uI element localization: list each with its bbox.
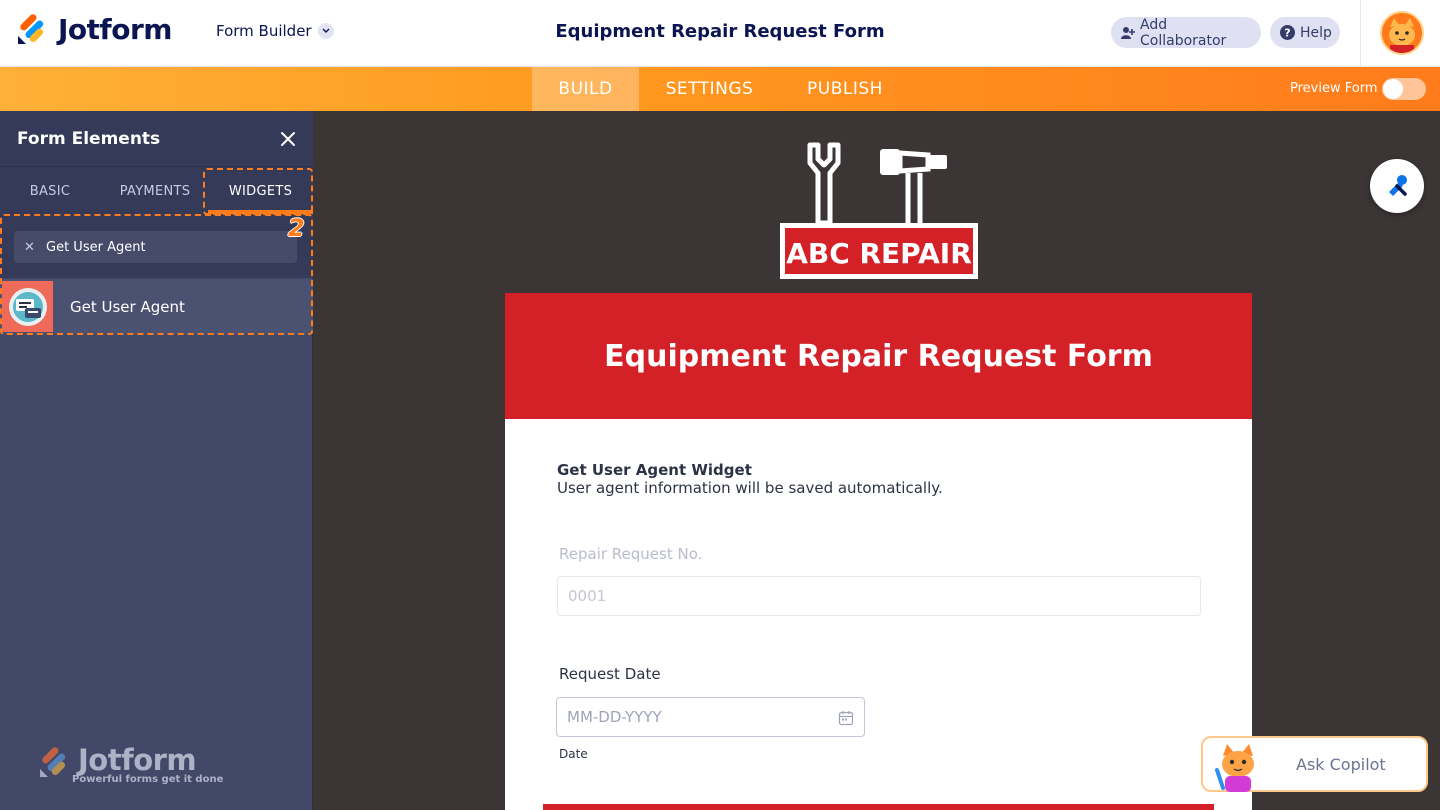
panel-title: Form Elements bbox=[17, 129, 161, 149]
tab-publish[interactable]: PUBLISH bbox=[790, 67, 900, 111]
form-builder-dropdown[interactable]: Form Builder bbox=[216, 22, 334, 40]
widget-description: User agent information will be saved aut… bbox=[557, 479, 943, 497]
preview-form-toggle[interactable] bbox=[1382, 78, 1426, 100]
widget-result-item[interactable]: Get User Agent bbox=[0, 279, 313, 334]
request-no-value: 0001 bbox=[568, 587, 607, 605]
ask-copilot-button[interactable]: Ask Copilot bbox=[1201, 736, 1428, 792]
toggle-knob bbox=[1383, 79, 1403, 99]
request-date-placeholder: MM-DD-YYYY bbox=[567, 708, 662, 726]
help-button[interactable]: ? Help bbox=[1270, 17, 1340, 48]
cat-avatar-icon bbox=[1382, 13, 1422, 53]
form-card: Equipment Repair Request Form Get User A… bbox=[505, 293, 1252, 810]
form-canvas: ABC REPAIR Equipment Repair Request Form… bbox=[314, 111, 1440, 810]
form-elements-panel: Form Elements BASIC PAYMENTS WIDGETS ✕ G… bbox=[0, 111, 313, 810]
close-icon[interactable] bbox=[279, 130, 297, 148]
request-no-field[interactable]: 0001 bbox=[557, 576, 1201, 616]
request-no-label: Repair Request No. bbox=[559, 545, 703, 563]
add-user-icon bbox=[1121, 26, 1135, 40]
sidebar-brand-tagline: Powerful forms get it done bbox=[72, 774, 224, 785]
clear-search-icon[interactable]: ✕ bbox=[24, 240, 36, 255]
chevron-down-icon bbox=[317, 23, 334, 39]
form-header-banner[interactable]: Equipment Repair Request Form bbox=[505, 293, 1252, 419]
help-icon: ? bbox=[1280, 25, 1295, 40]
next-section-strip bbox=[543, 804, 1214, 810]
form-title: Equipment Repair Request Form bbox=[604, 338, 1153, 374]
jotform-logo-icon bbox=[18, 13, 44, 44]
widget-search-input[interactable]: ✕ Get User Agent bbox=[14, 231, 297, 263]
get-user-agent-widget-icon bbox=[2, 281, 53, 332]
sidebar-brand-text: Jotform bbox=[78, 743, 197, 777]
help-label: Help bbox=[1300, 24, 1332, 41]
form-builder-label: Form Builder bbox=[216, 22, 312, 40]
request-date-sublabel: Date bbox=[559, 747, 588, 761]
widget-result-label: Get User Agent bbox=[70, 297, 185, 316]
tab-settings[interactable]: SETTINGS bbox=[646, 67, 773, 111]
panel-header: Form Elements bbox=[0, 111, 313, 166]
panel-tabs: BASIC PAYMENTS WIDGETS bbox=[0, 166, 313, 214]
form-designer-button[interactable] bbox=[1370, 159, 1424, 213]
abc-repair-logo: ABC REPAIR bbox=[780, 142, 978, 279]
copilot-cat-icon bbox=[1215, 744, 1254, 792]
tab-payments[interactable]: PAYMENTS bbox=[104, 167, 206, 215]
paint-roller-icon bbox=[1389, 175, 1407, 196]
abc-repair-logo-text: ABC REPAIR bbox=[786, 237, 972, 270]
tab-widgets[interactable]: WIDGETS bbox=[208, 167, 313, 215]
builder-nav-bar: BUILD SETTINGS PUBLISH Preview Form bbox=[0, 67, 1440, 111]
jotform-watermark-icon bbox=[40, 747, 66, 777]
widget-search-zone: ✕ Get User Agent bbox=[0, 214, 313, 278]
header-divider bbox=[1360, 0, 1361, 66]
add-collaborator-label: Add Collaborator bbox=[1140, 16, 1227, 49]
calendar-icon[interactable] bbox=[838, 710, 854, 726]
sidebar-brand: Jotform Powerful forms get it done bbox=[38, 743, 223, 785]
widget-search-value: Get User Agent bbox=[46, 239, 146, 255]
top-header: Jotform Form Builder Equipment Repair Re… bbox=[0, 0, 1440, 67]
add-collaborator-button[interactable]: Add Collaborator bbox=[1111, 16, 1261, 49]
avatar[interactable] bbox=[1380, 11, 1424, 55]
tab-basic[interactable]: BASIC bbox=[0, 167, 100, 215]
tab-build[interactable]: BUILD bbox=[532, 67, 639, 111]
ask-copilot-label: Ask Copilot bbox=[1296, 755, 1386, 774]
preview-form-label: Preview Form bbox=[1290, 81, 1378, 96]
step-marker: 2 bbox=[288, 214, 305, 242]
jotform-logo[interactable]: Jotform bbox=[16, 13, 172, 46]
request-date-label: Request Date bbox=[559, 665, 661, 683]
widget-title: Get User Agent Widget bbox=[557, 461, 752, 479]
svg-text:?: ? bbox=[1284, 27, 1290, 40]
jotform-brand-text: Jotform bbox=[58, 13, 172, 46]
request-date-field[interactable]: MM-DD-YYYY bbox=[556, 697, 865, 737]
